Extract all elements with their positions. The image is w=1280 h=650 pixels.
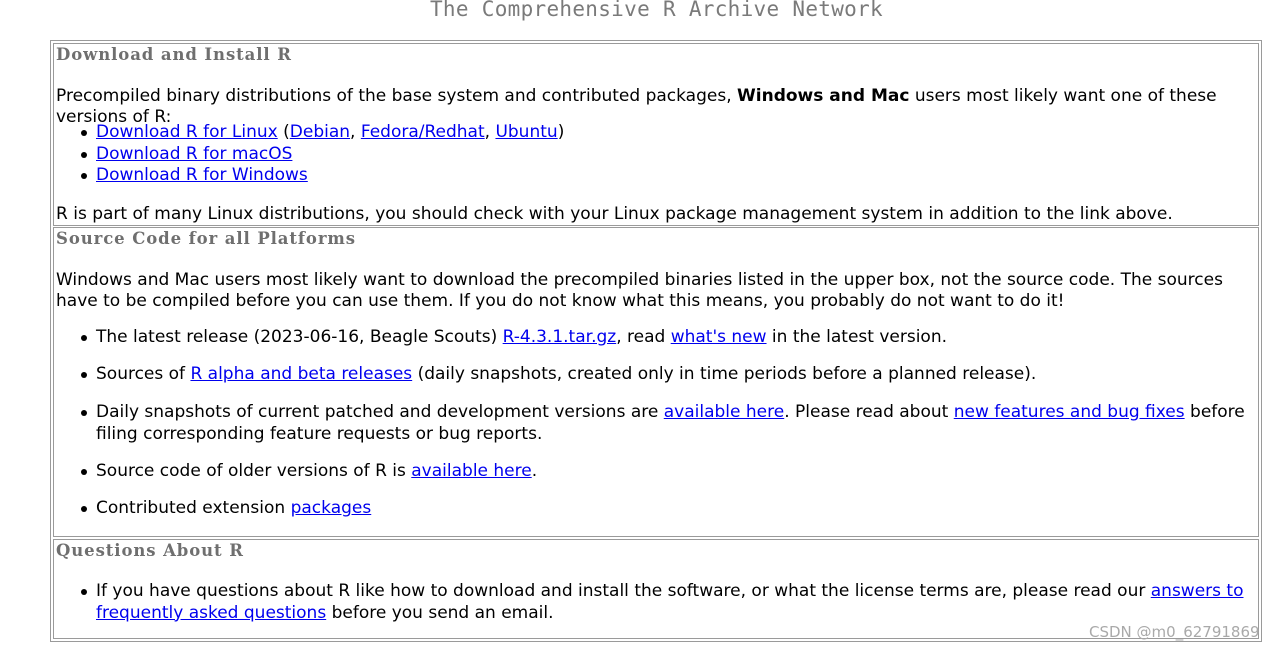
alpha-beta-releases-link[interactable]: R alpha and beta releases	[190, 364, 412, 384]
list-item-older-versions: Source code of older versions of R is av…	[81, 461, 1256, 483]
download-macos-link[interactable]: Download R for macOS	[96, 144, 292, 164]
download-linux-link[interactable]: Download R for Linux	[96, 122, 278, 142]
questions-heading: Questions About R	[56, 541, 244, 560]
new-features-link[interactable]: new features and bug fixes	[954, 402, 1185, 422]
packages-link[interactable]: packages	[291, 498, 372, 518]
download-install-heading: Download and Install R	[56, 45, 292, 64]
source-intro: Windows and Mac users most likely want t…	[56, 270, 1223, 311]
questions-box: Questions About R If you have questions …	[53, 539, 1259, 639]
debian-link[interactable]: Debian	[290, 122, 350, 142]
daily-snapshots-link[interactable]: available here	[664, 402, 784, 422]
list-item-latest-release: The latest release (2023-06-16, Beagle S…	[81, 327, 1256, 349]
list-item-questions: If you have questions about R like how t…	[81, 581, 1256, 624]
download-windows-link[interactable]: Download R for Windows	[96, 165, 308, 185]
list-item-linux: Download R for Linux (Debian, Fedora/Red…	[81, 122, 1256, 144]
latest-tarball-link[interactable]: R-4.3.1.tar.gz	[503, 327, 617, 347]
source-code-box: Source Code for all Platforms Windows an…	[53, 227, 1259, 537]
page-title: The Comprehensive R Archive Network	[429, 0, 883, 21]
list-item-daily-snapshots: Daily snapshots of current patched and d…	[81, 402, 1256, 445]
list-item-contributed: Contributed extension packages	[81, 498, 1256, 520]
list-item-macos: Download R for macOS	[81, 144, 1256, 166]
source-code-heading: Source Code for all Platforms	[56, 229, 356, 248]
fedora-redhat-link[interactable]: Fedora/Redhat	[361, 122, 485, 142]
older-versions-link[interactable]: available here	[411, 461, 531, 481]
list-item-windows: Download R for Windows	[81, 165, 1256, 187]
download-install-box: Download and Install R Precompiled binar…	[53, 43, 1259, 226]
ubuntu-link[interactable]: Ubuntu	[495, 122, 557, 142]
linux-distributions-note: R is part of many Linux distributions, y…	[56, 204, 1173, 224]
whats-new-link[interactable]: what's new	[671, 327, 767, 347]
list-item-alpha-beta: Sources of R alpha and beta releases (da…	[81, 364, 1256, 386]
watermark: CSDN @m0_62791869	[1089, 623, 1260, 641]
